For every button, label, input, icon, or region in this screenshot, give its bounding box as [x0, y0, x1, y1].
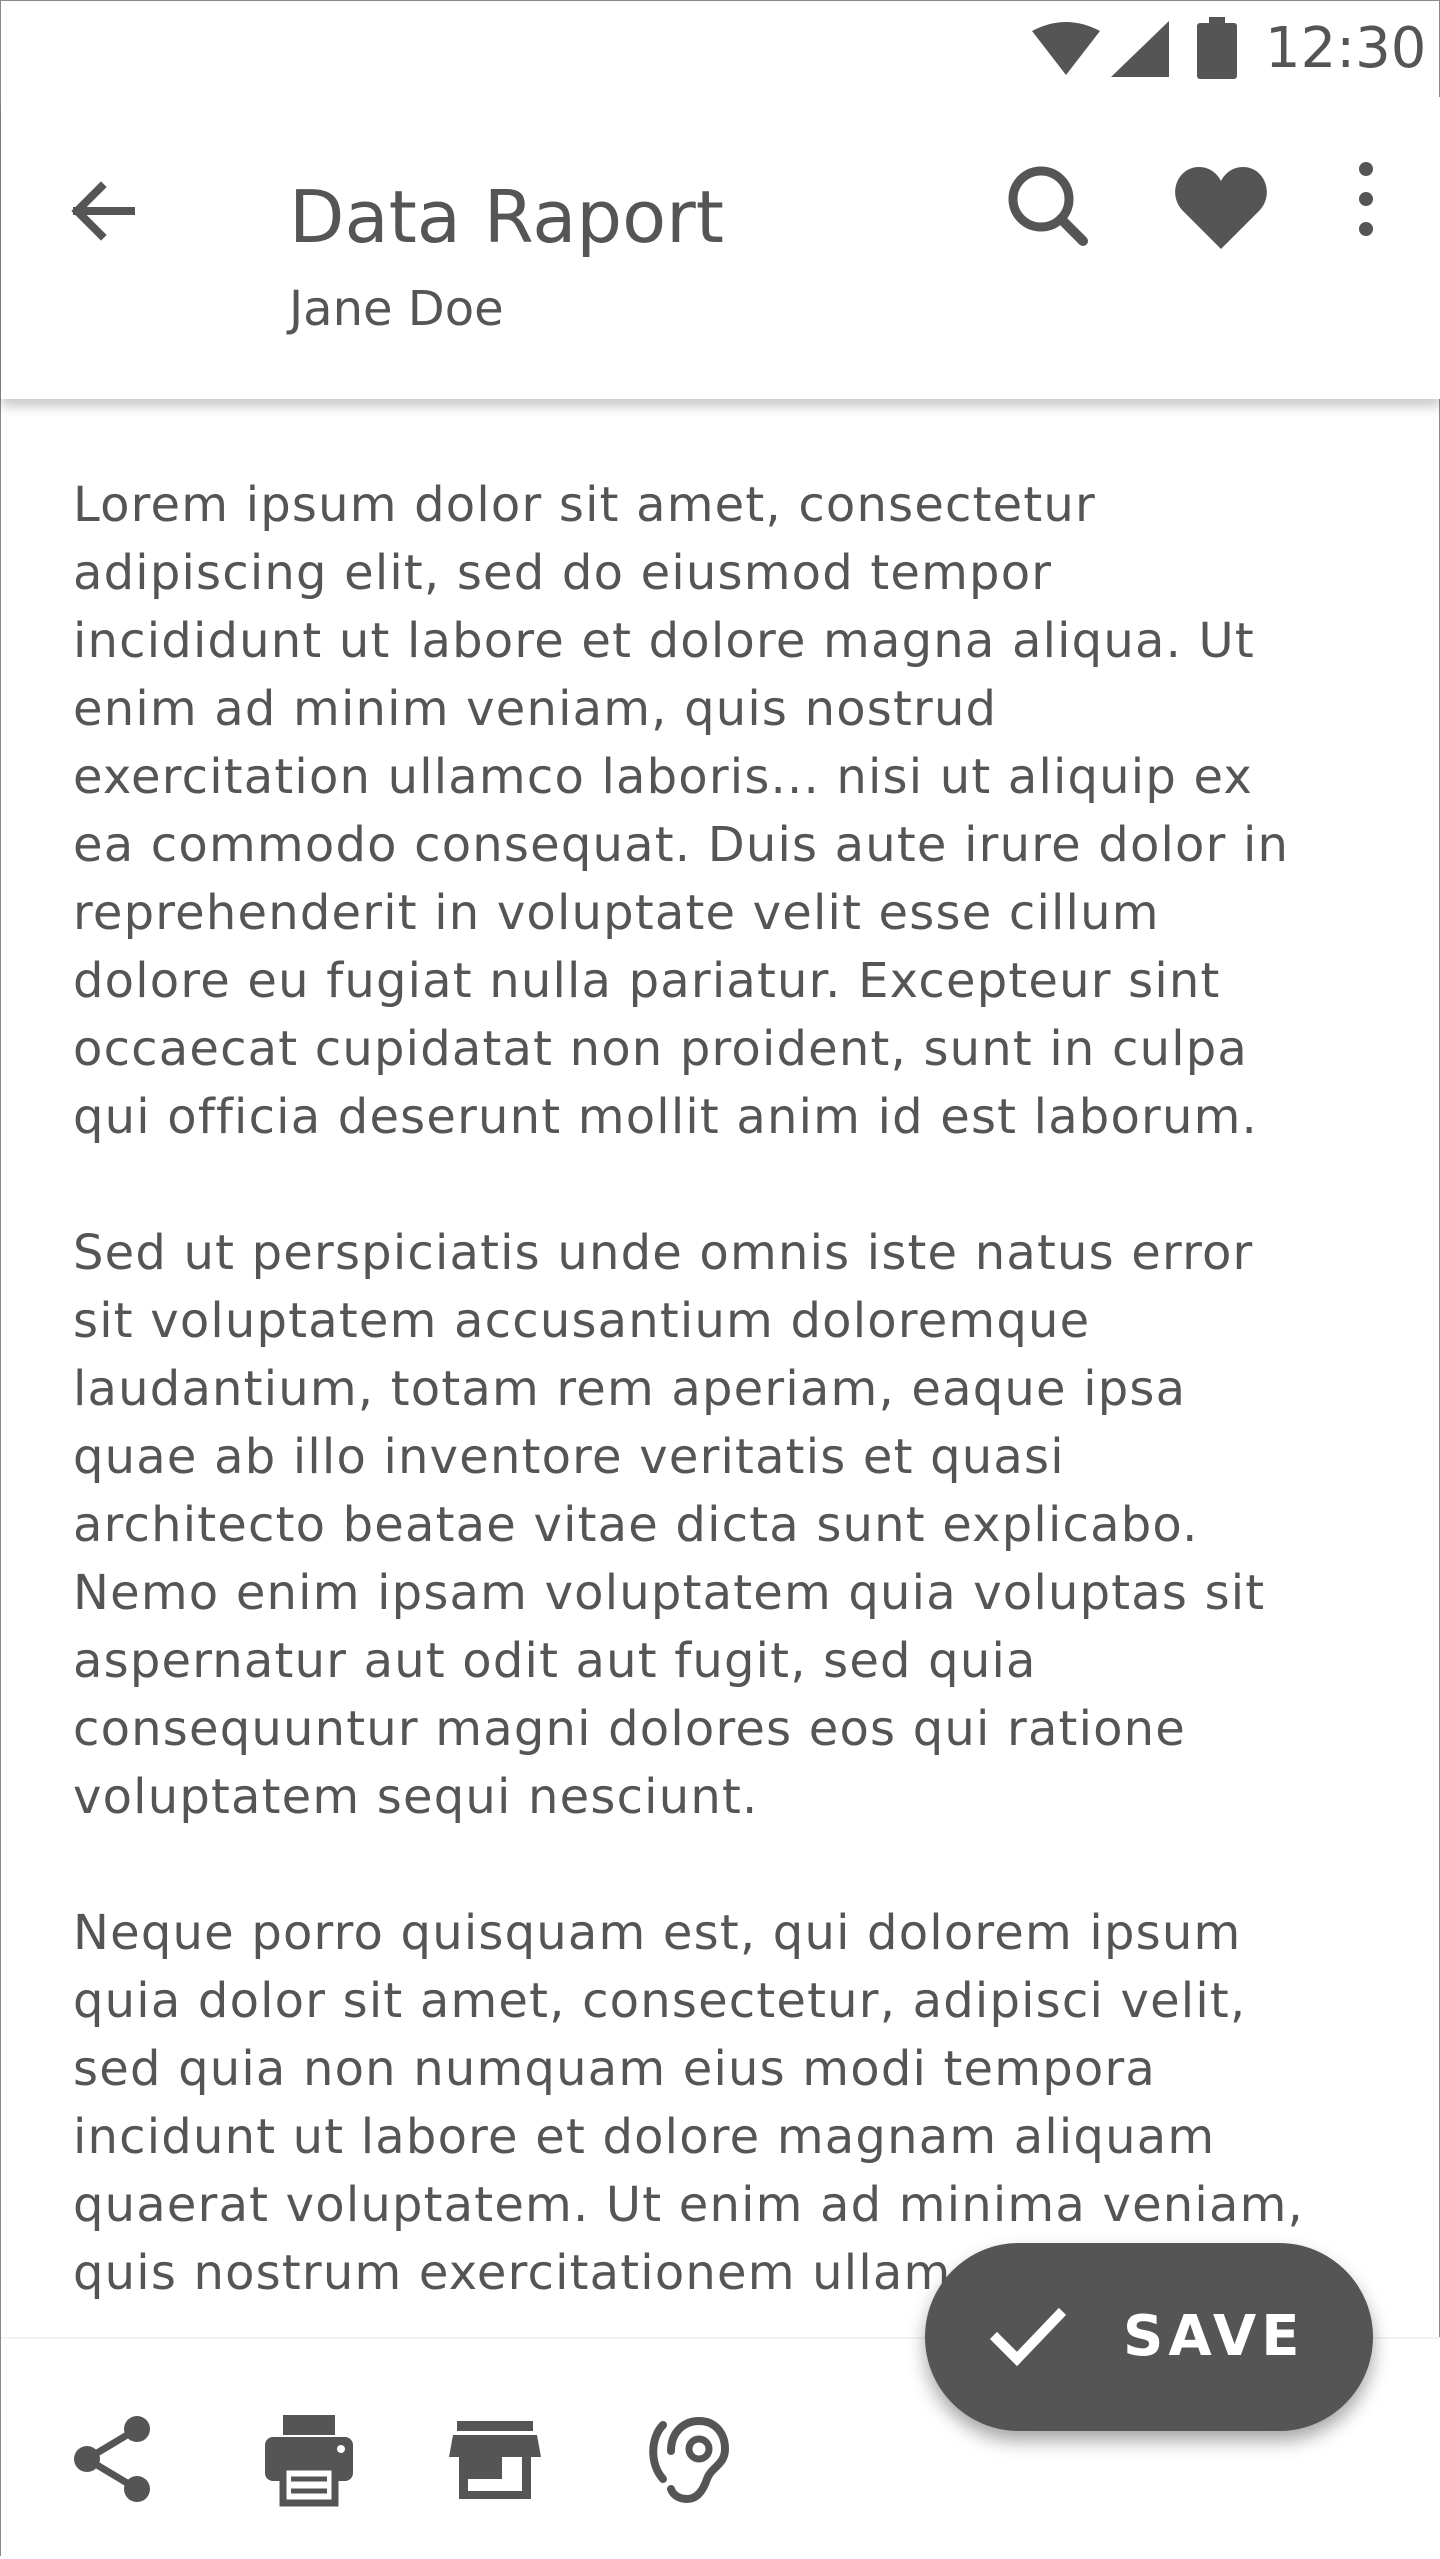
battery-icon — [1197, 17, 1237, 79]
share-icon[interactable] — [65, 2411, 161, 2507]
search-icon[interactable] — [997, 157, 1097, 257]
save-button[interactable]: SAVE — [925, 2243, 1373, 2431]
save-button-label: SAVE — [1123, 2304, 1305, 2369]
page-title: Data Raport — [289, 175, 724, 259]
status-bar: 12:30 — [1, 1, 1440, 97]
more-vertical-icon[interactable] — [1331, 157, 1401, 257]
wifi-icon — [1032, 22, 1100, 75]
check-icon — [989, 2307, 1067, 2367]
hearing-icon[interactable] — [641, 2411, 737, 2507]
status-time: 12:30 — [1265, 16, 1427, 81]
app-bar: Data Raport Jane Doe — [1, 97, 1440, 399]
signal-icon — [1111, 21, 1169, 77]
store-icon[interactable] — [447, 2411, 543, 2507]
heart-icon[interactable] — [1171, 157, 1271, 257]
report-content: Lorem ipsum dolor sit amet, consectetur … — [73, 471, 1393, 2306]
paragraph: Sed ut perspiciatis unde omnis iste natu… — [73, 1225, 1266, 1825]
back-arrow-icon[interactable] — [61, 167, 149, 255]
page-subtitle: Jane Doe — [289, 281, 504, 337]
print-icon[interactable] — [261, 2411, 357, 2507]
phone-screen: 12:30 Data Raport Jane Doe Lorem ipsum d… — [0, 0, 1440, 2559]
paragraph: Lorem ipsum dolor sit amet, consectetur … — [73, 477, 1290, 1145]
